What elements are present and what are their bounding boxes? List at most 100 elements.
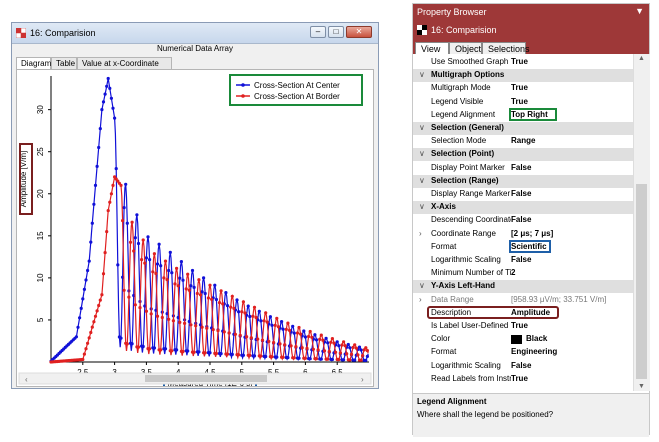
- property-row[interactable]: Descending Coordinates False: [413, 214, 633, 227]
- property-row[interactable]: Display Range Marker False: [413, 188, 633, 201]
- property-value[interactable]: Top Right: [511, 110, 548, 119]
- data-point: [170, 271, 174, 275]
- data-point: [101, 272, 106, 276]
- property-row[interactable]: Is Label User-Defined True: [413, 320, 633, 333]
- expand-chevron-icon[interactable]: ›: [419, 229, 422, 238]
- minimize-button[interactable]: –: [310, 26, 326, 38]
- tab-selections[interactable]: Selections: [482, 42, 530, 54]
- property-value[interactable]: False: [511, 255, 531, 264]
- property-category[interactable]: ∨ Y-Axis Left-Hand: [413, 280, 633, 294]
- property-value[interactable]: False: [511, 189, 531, 198]
- horizontal-scrollbar-thumb[interactable]: [145, 375, 267, 382]
- data-point: [346, 342, 350, 347]
- chart-svg[interactable]: 2.533.544.555.566.551015202530Cross-Sect…: [17, 70, 373, 391]
- data-point: [154, 271, 158, 276]
- property-name: Use Smoothed Graph: [431, 57, 509, 66]
- y-tick-label: 30: [36, 105, 45, 114]
- property-category[interactable]: ∨ Selection (Point): [413, 148, 633, 162]
- collapse-chevron-icon[interactable]: ∨: [419, 123, 425, 132]
- property-value[interactable]: Black: [511, 334, 547, 344]
- data-point: [200, 290, 204, 294]
- data-point: [181, 349, 185, 354]
- data-point: [251, 314, 255, 318]
- property-scrollbar[interactable]: ▲ ▼: [633, 54, 650, 391]
- maximize-button[interactable]: □: [328, 26, 344, 38]
- plot-area[interactable]: 2.533.544.555.566.551015202530Cross-Sect…: [16, 69, 374, 391]
- property-row[interactable]: Minimum Number of Ticks2: [413, 267, 633, 280]
- data-point: [342, 340, 346, 344]
- data-point: [89, 330, 93, 335]
- property-category[interactable]: ∨ Selection (Range): [413, 174, 633, 188]
- property-value[interactable]: Engineering: [511, 347, 557, 356]
- property-row[interactable]: › Coordinate Range [2 μs; 7 μs]: [413, 228, 633, 241]
- data-point: [235, 298, 239, 302]
- collapse-chevron-icon[interactable]: ∨: [419, 149, 425, 158]
- property-row[interactable]: Legend Visible True: [413, 96, 633, 109]
- data-point: [238, 333, 242, 337]
- property-value[interactable]: True: [511, 83, 528, 92]
- data-point: [206, 296, 210, 300]
- collapse-chevron-icon[interactable]: ∨: [419, 202, 425, 211]
- property-row[interactable]: › Data Range [958.93 μV/m; 33.751 V/m]: [413, 294, 633, 307]
- expand-chevron-icon[interactable]: ›: [419, 295, 422, 304]
- property-name: Format: [431, 241, 457, 251]
- data-point: [297, 325, 301, 330]
- data-point: [286, 321, 290, 325]
- property-value[interactable]: False: [511, 163, 531, 172]
- property-value[interactable]: [2 μs; 7 μs]: [511, 229, 553, 238]
- property-value[interactable]: [958.93 μV/m; 33.751 V/m]: [511, 295, 606, 304]
- collapse-chevron-icon[interactable]: ∨: [419, 70, 425, 79]
- property-value[interactable]: Amplitude: [511, 308, 550, 317]
- scroll-up-icon[interactable]: ▲: [638, 55, 645, 62]
- property-name: Selection (General): [431, 123, 504, 132]
- collapse-chevron-icon[interactable]: ∨: [419, 176, 425, 185]
- property-row[interactable]: Multigraph Mode True: [413, 82, 633, 95]
- scroll-left-icon[interactable]: ‹: [25, 375, 28, 384]
- data-point: [219, 289, 223, 293]
- property-row[interactable]: Display Point Marker False: [413, 162, 633, 175]
- property-row[interactable]: Description Amplitude: [413, 307, 633, 320]
- property-value[interactable]: 2: [511, 268, 515, 277]
- property-name: Y-Axis Left-Hand: [431, 281, 496, 291]
- scroll-down-icon[interactable]: ▼: [638, 383, 645, 390]
- property-value[interactable]: False: [511, 361, 531, 370]
- tab-view[interactable]: View: [415, 42, 449, 54]
- property-row[interactable]: Color Black: [413, 333, 633, 346]
- property-value[interactable]: True: [511, 57, 528, 66]
- data-point: [334, 350, 338, 354]
- property-value[interactable]: True: [511, 321, 528, 330]
- window-title-bar[interactable]: 16: Comparision – □ ✕: [12, 23, 378, 44]
- tab-diagram[interactable]: Diagram: [16, 57, 51, 69]
- data-point: [364, 346, 368, 350]
- property-row[interactable]: Logarithmic Scaling False: [413, 360, 633, 373]
- data-point: [222, 330, 226, 334]
- data-point: [264, 354, 268, 359]
- pin-icon[interactable]: ▼: [635, 6, 644, 16]
- property-row[interactable]: Read Labels from InstrumentTrue: [413, 373, 633, 386]
- property-row[interactable]: Format Scientific: [413, 241, 633, 254]
- property-value[interactable]: Scientific: [511, 242, 547, 251]
- property-category[interactable]: ∨ X-Axis: [413, 201, 633, 215]
- legend-label: Cross-Section At Border: [254, 92, 340, 101]
- property-row[interactable]: Selection Mode Range: [413, 135, 633, 148]
- property-value[interactable]: Range: [511, 136, 535, 145]
- tab-table[interactable]: Table: [51, 57, 77, 69]
- property-value[interactable]: True: [511, 97, 528, 106]
- data-point: [237, 310, 241, 314]
- property-value[interactable]: True: [511, 374, 528, 383]
- data-point: [176, 284, 180, 288]
- tab-value-at-x[interactable]: Value at x-Coordinate: [77, 57, 172, 69]
- close-button[interactable]: ✕: [346, 26, 372, 38]
- property-category[interactable]: ∨ Multigraph Options: [413, 69, 633, 83]
- scroll-right-icon[interactable]: ›: [361, 375, 364, 384]
- property-row[interactable]: Logarithmic Scaling False: [413, 254, 633, 267]
- property-row[interactable]: Format Engineering: [413, 346, 633, 359]
- property-row[interactable]: Legend Alignment Top Right: [413, 109, 633, 122]
- property-value[interactable]: False: [511, 215, 531, 224]
- property-category[interactable]: ∨ Selection (General): [413, 122, 633, 135]
- collapse-chevron-icon[interactable]: ∨: [419, 281, 425, 290]
- tab-object[interactable]: Object: [449, 42, 482, 54]
- data-point: [130, 342, 134, 346]
- scrollbar-thumb[interactable]: [636, 184, 647, 379]
- property-row[interactable]: Use Smoothed Graph True: [413, 56, 633, 69]
